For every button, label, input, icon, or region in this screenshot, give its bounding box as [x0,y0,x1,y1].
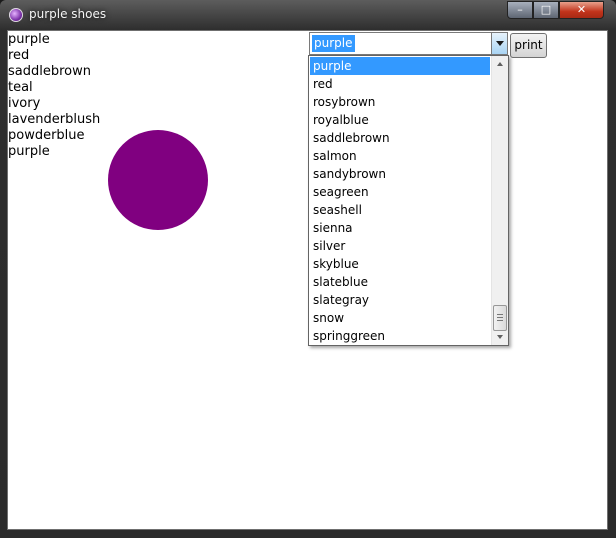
combo-selected-value[interactable]: purple [312,35,355,52]
dropdown-option[interactable]: seashell [310,201,490,219]
dropdown-option[interactable]: royalblue [310,111,490,129]
dropdown-option[interactable]: snow [310,309,490,327]
window-title: purple shoes [29,7,107,21]
color-list-item: purple [8,32,50,47]
color-list-item: ivory [8,96,41,111]
color-list-item: teal [8,80,33,95]
color-list-item: saddlebrown [8,64,91,79]
dropdown-option[interactable]: slategray [310,291,490,309]
color-list-item: powderblue [8,128,85,143]
dropdown-option[interactable]: slateblue [310,273,490,291]
close-button[interactable]: ✕ [559,1,604,19]
color-combobox[interactable]: purple [309,32,508,55]
minimize-button[interactable]: – [507,1,533,19]
scroll-down-arrow-icon[interactable] [492,328,508,345]
dropdown-option[interactable]: skyblue [310,255,490,273]
scroll-up-arrow-icon[interactable] [492,56,508,73]
dropdown-option[interactable]: salmon [310,147,490,165]
print-button[interactable]: print [510,33,547,58]
dropdown-option[interactable]: red [310,75,490,93]
color-list: purple red saddlebrown teal ivory lavenderblu… [8,32,100,160]
dropdown-option[interactable]: seagreen [310,183,490,201]
dropdown-option[interactable]: saddlebrown [310,129,490,147]
color-dropdown-list[interactable]: purple red rosybrown royalblue saddlebrown sa… [308,55,509,346]
dropdown-option[interactable]: purple [310,57,490,75]
title-bar[interactable]: purple shoes – □ ✕ [0,0,616,30]
chevron-down-icon[interactable] [491,33,507,54]
color-list-item: purple [8,144,50,159]
maximize-button[interactable]: □ [533,1,559,19]
color-circle [108,130,208,230]
dropdown-option[interactable]: rosybrown [310,93,490,111]
app-icon [9,8,23,22]
dropdown-option[interactable]: sienna [310,219,490,237]
dropdown-option[interactable]: sandybrown [310,165,490,183]
app-window: purple shoes – □ ✕ purple red saddlebrown t… [0,0,616,538]
dropdown-option[interactable]: silver [310,237,490,255]
client-area: purple red saddlebrown teal ivory lavenderblu… [7,30,608,530]
color-list-item: lavenderblush [8,112,101,127]
dropdown-option[interactable]: springgreen [310,327,490,345]
dropdown-scrollbar[interactable] [491,56,508,345]
color-list-item: red [8,48,30,63]
